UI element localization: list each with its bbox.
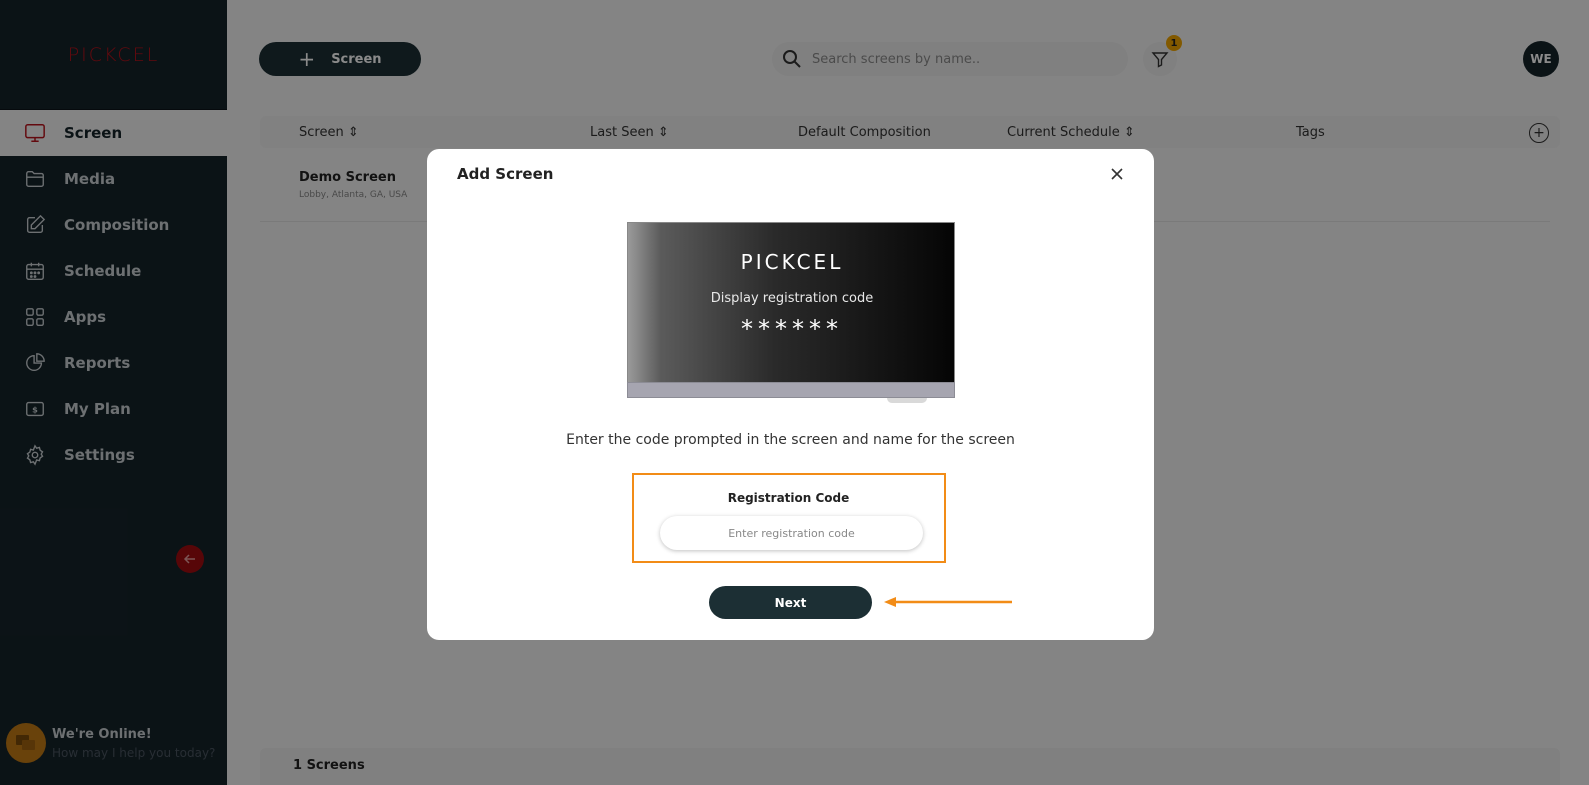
tv-logo: PICKCEL [740, 250, 844, 274]
close-icon [1111, 168, 1123, 180]
instruction-text: Enter the code prompted in the screen an… [566, 432, 1015, 448]
tv-stand [887, 398, 927, 403]
arrow-pointer-icon [884, 597, 1012, 607]
add-screen-dialog: Add Screen PICKCEL Display registration … [427, 149, 1154, 640]
next-button[interactable]: Next [709, 586, 872, 619]
registration-code-highlight: Registration Code [632, 473, 946, 563]
close-button[interactable] [1107, 164, 1127, 184]
dialog-title: Add Screen [457, 165, 554, 183]
tv-bezel [627, 382, 955, 398]
tv-code: ****** [741, 315, 843, 343]
registration-code-input[interactable] [660, 516, 923, 550]
tv-label: Display registration code [710, 291, 874, 306]
tv-illustration: PICKCEL Display registration code ****** [627, 222, 955, 403]
tv-screen: PICKCEL Display registration code ****** [627, 222, 955, 385]
registration-code-label: Registration Code [727, 491, 850, 505]
